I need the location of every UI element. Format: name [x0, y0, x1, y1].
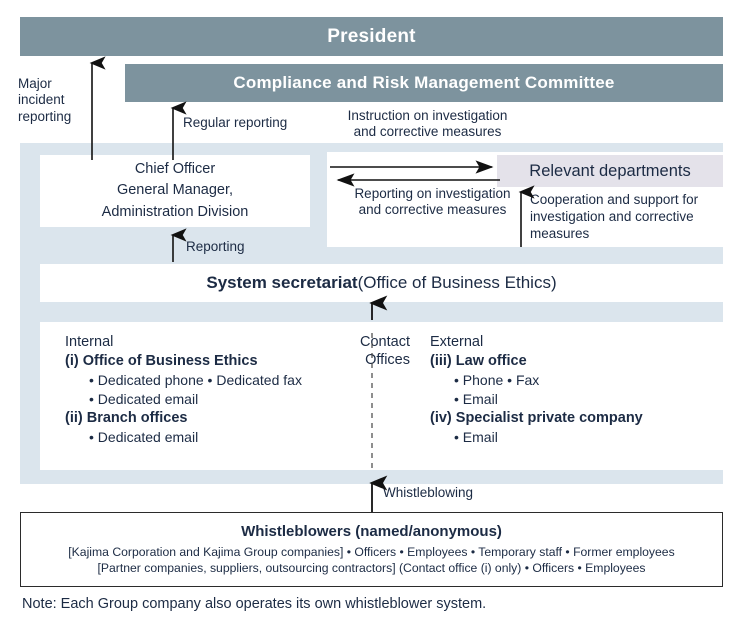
external-group-2-title: (iv) Specialist private company: [430, 410, 643, 426]
external-group-1-row-2: • Email: [454, 391, 498, 407]
chief-officer-line-3: Administration Division: [101, 203, 249, 220]
president-label: President: [327, 25, 416, 47]
cooperation-support-label: Cooperation and support for investigatio…: [530, 192, 699, 241]
note-text: Note: Each Group company also operates i…: [22, 596, 487, 612]
internal-group-2-title: (ii) Branch offices: [65, 410, 188, 426]
chief-officer-line-1: Chief Officer: [134, 161, 216, 178]
internal-group-1-row-1: • Dedicated phone • Dedicated fax: [89, 372, 302, 388]
chief-officer-line-2: General Manager,: [116, 182, 234, 199]
internal-contacts-column: Internal (i) Office of Business Ethics •…: [65, 334, 345, 448]
whistleblower-system-diagram: President Compliance and Risk Management…: [0, 0, 746, 632]
relevant-departments-box: Relevant departments: [497, 155, 723, 187]
whistleblowing-label: Whistleblowing: [383, 485, 474, 500]
external-group-1-row-1: • Phone • Fax: [454, 372, 540, 388]
reporting-label: Reporting: [186, 239, 245, 254]
whistleblowers-title: Whistleblowers (named/anonymous): [241, 522, 502, 540]
whistleblowers-row-1: [Kajima Corporation and Kajima Group com…: [68, 544, 675, 559]
internal-group-1-title: (i) Office of Business Ethics: [65, 353, 258, 369]
contact-offices-label-line-2: Offices: [365, 351, 410, 368]
internal-heading: Internal: [65, 334, 114, 350]
secretariat-rest-label: (Office of Business Ethics): [357, 273, 557, 292]
regular-reporting-label: Regular reporting: [183, 115, 288, 130]
instruction-label: Instruction on investigation and correct…: [347, 108, 508, 140]
major-incident-reporting-label: Major incident reporting: [18, 76, 72, 124]
committee-label: Compliance and Risk Management Committee: [233, 73, 615, 92]
relevant-departments-label: Relevant departments: [529, 161, 691, 180]
reporting-on-label: Reporting on investigation and correctiv…: [354, 186, 511, 218]
internal-group-1-row-2: • Dedicated email: [89, 391, 199, 407]
external-contacts-column: External (iii) Law office • Phone • Fax …: [430, 334, 710, 448]
whistleblowers-row-2: [Partner companies, suppliers, outsourci…: [97, 560, 646, 575]
secretariat-bold-label: System secretariat: [206, 273, 358, 292]
external-heading: External: [430, 334, 484, 350]
contact-offices-label: Contact Offices: [334, 334, 410, 369]
contact-offices-label-line-1: Contact: [360, 334, 410, 350]
external-group-2-row-1: • Email: [454, 429, 498, 445]
external-group-1-title: (iii) Law office: [430, 353, 527, 369]
internal-group-2-row-1: • Dedicated email: [89, 429, 199, 445]
president-bar: President: [20, 17, 723, 56]
whistleblowers-box: Whistleblowers (named/anonymous) [Kajima…: [20, 512, 723, 587]
system-secretariat-box: System secretariat (Office of Business E…: [40, 264, 723, 302]
chief-officer-box: Chief Officer General Manager, Administr…: [40, 155, 310, 227]
compliance-risk-committee-bar: Compliance and Risk Management Committee: [125, 64, 723, 102]
